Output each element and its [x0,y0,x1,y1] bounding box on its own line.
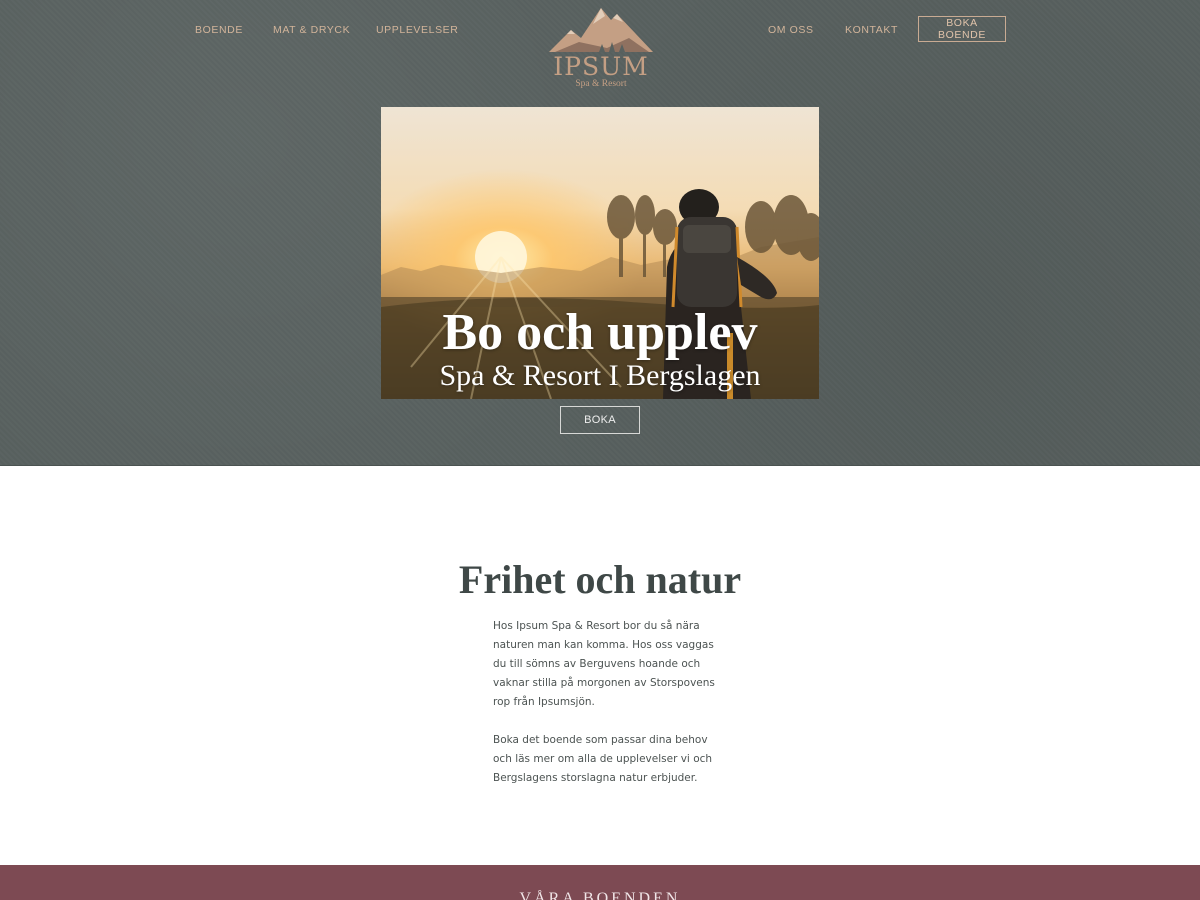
logo-tagline: Spa & Resort [575,79,627,89]
intro-body: Hos Ipsum Spa & Resort bor du så nära na… [493,617,723,807]
accommodations-title: VÅRA BOENDEN [519,890,681,900]
book-accommodation-button[interactable]: BOKA BOENDE [918,16,1006,42]
nav-link-om-oss[interactable]: OM OSS [768,24,814,38]
hero-subtitle: Spa & Resort I Bergslagen [439,359,761,392]
logo-name: IPSUM [553,52,649,81]
mountain-icon [549,8,653,52]
accommodations-section: VÅRA BOENDEN [0,865,1200,900]
nav-link-kontakt[interactable]: KONTAKT [845,24,898,38]
nav-link-upplevelser[interactable]: UPPLEVELSER [376,24,458,38]
site-logo[interactable]: IPSUM Spa & Resort [545,4,657,94]
intro-paragraph: Hos Ipsum Spa & Resort bor du så nära na… [493,620,715,708]
nav-link-boende[interactable]: BOENDE [195,24,243,38]
hero-section: BOENDE MAT & DRYCK UPPLEVELSER IPSUM Spa… [0,0,1200,466]
hero-book-button[interactable]: BOKA [560,406,640,434]
hero-title: Bo och upplev [442,304,758,361]
nav-link-mat-dryck[interactable]: MAT & DRYCK [273,24,350,38]
intro-paragraph: Boka det boende som passar dina behov oc… [493,734,713,784]
intro-heading: Frihet och natur [458,557,742,602]
